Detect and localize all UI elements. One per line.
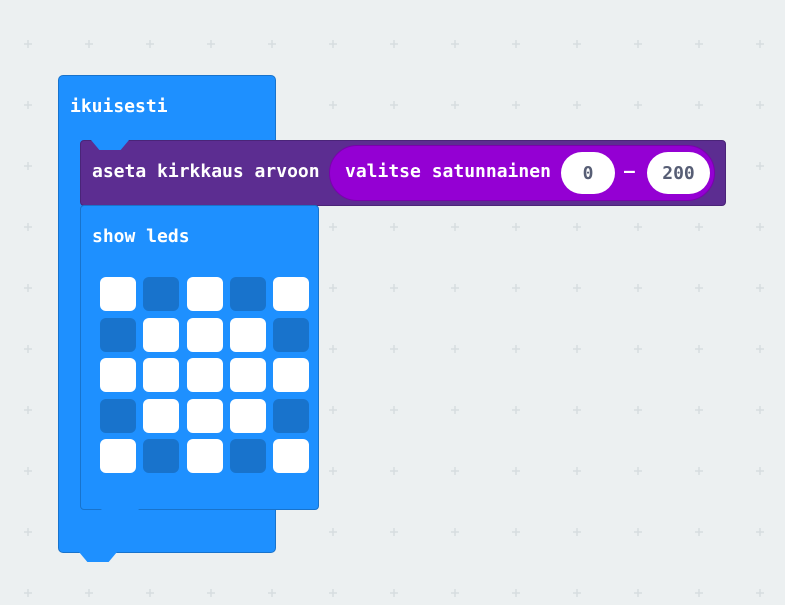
led-cell-r1-c4[interactable] xyxy=(230,277,266,311)
pick-random-label: valitse satunnainen xyxy=(345,161,551,182)
show-leds-label: show leds xyxy=(92,226,190,247)
led-cell-r5-c2[interactable] xyxy=(143,439,179,473)
random-range-separator: – xyxy=(624,161,635,182)
forever-block-label: ikuisesti xyxy=(70,96,168,117)
led-cell-r4-c2[interactable] xyxy=(143,399,179,433)
led-cell-r2-c1[interactable] xyxy=(100,318,136,352)
random-max-input[interactable]: 200 xyxy=(647,152,710,194)
led-cell-r4-c1[interactable] xyxy=(100,399,136,433)
led-cell-r5-c1[interactable] xyxy=(100,439,136,473)
led-cell-r1-c5[interactable] xyxy=(273,277,309,311)
led-cell-r1-c1[interactable] xyxy=(100,277,136,311)
led-cell-r5-c3[interactable] xyxy=(187,439,223,473)
led-cell-r2-c3[interactable] xyxy=(187,318,223,352)
led-cell-r1-c3[interactable] xyxy=(187,277,223,311)
led-cell-r2-c2[interactable] xyxy=(143,318,179,352)
led-cell-r3-c2[interactable] xyxy=(143,358,179,392)
led-cell-r5-c5[interactable] xyxy=(273,439,309,473)
random-min-input[interactable]: 0 xyxy=(561,152,615,194)
led-cell-r2-c5[interactable] xyxy=(273,318,309,352)
led-cell-r4-c3[interactable] xyxy=(187,399,223,433)
brightness-top-notch xyxy=(91,140,129,150)
led-cell-r5-c4[interactable] xyxy=(230,439,266,473)
led-cell-r3-c4[interactable] xyxy=(230,358,266,392)
led-cell-r4-c4[interactable] xyxy=(230,399,266,433)
led-cell-r1-c2[interactable] xyxy=(143,277,179,311)
set-brightness-label: aseta kirkkaus arvoon xyxy=(92,161,320,182)
led-cell-r3-c1[interactable] xyxy=(100,358,136,392)
led-cell-r2-c4[interactable] xyxy=(230,318,266,352)
led-cell-r3-c5[interactable] xyxy=(273,358,309,392)
led-cell-r3-c3[interactable] xyxy=(187,358,223,392)
led-cell-r4-c5[interactable] xyxy=(273,399,309,433)
